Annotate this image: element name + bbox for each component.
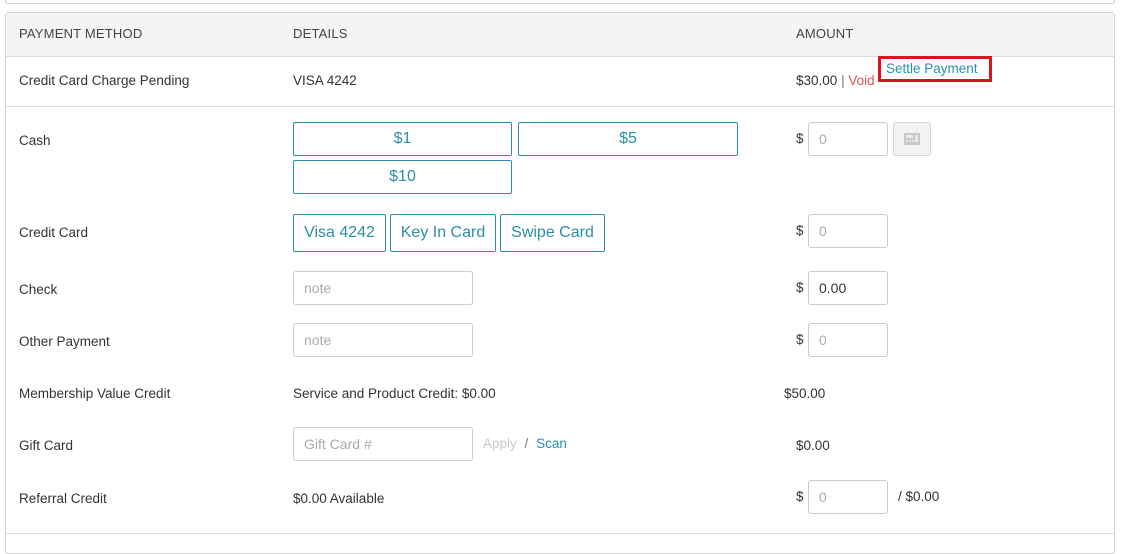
gift-card-number-input[interactable] [293, 427, 473, 461]
key-in-card-button[interactable]: Key In Card [390, 214, 496, 252]
settle-payment-link[interactable]: Settle Payment [886, 61, 978, 76]
check-amount-input[interactable] [808, 271, 888, 305]
payment-table: PAYMENT METHOD DETAILS AMOUNT [5, 12, 1115, 554]
pending-amount: $30.00 [796, 73, 838, 88]
referral-currency: $ [796, 489, 804, 504]
gift-card-actions: Apply / Scan [483, 436, 567, 451]
gift-card-amount: $0.00 [796, 438, 830, 453]
pending-method: Credit Card Charge Pending [19, 73, 190, 88]
cash-1-button[interactable]: $1 [293, 122, 512, 156]
pending-details: VISA 4242 [293, 73, 357, 88]
referral-details: $0.00 Available [293, 491, 385, 506]
other-payment-label: Other Payment [19, 334, 110, 349]
cash-register-icon [904, 133, 920, 145]
other-currency: $ [796, 332, 804, 347]
credit-card-currency: $ [796, 223, 804, 238]
check-note-input[interactable] [293, 271, 473, 305]
header-details: DETAILS [293, 26, 348, 41]
referral-max: / $0.00 [898, 489, 940, 504]
amount-separator: | [841, 73, 845, 88]
membership-label: Membership Value Credit [19, 386, 171, 401]
referral-amount-input[interactable] [808, 480, 888, 514]
cash-amount-input[interactable] [808, 122, 888, 156]
cash-10-button[interactable]: $10 [293, 160, 512, 194]
cash-5-button[interactable]: $5 [518, 122, 738, 156]
gift-card-label: Gift Card [19, 438, 74, 453]
cash-currency: $ [796, 131, 804, 146]
cash-label: Cash [19, 133, 51, 148]
credit-card-label: Credit Card [19, 225, 89, 240]
swipe-card-button[interactable]: Swipe Card [500, 214, 605, 252]
previous-panel-edge [5, 0, 1115, 4]
membership-amount: $50.00 [784, 386, 826, 401]
credit-card-amount-input[interactable] [808, 214, 888, 248]
header-payment-method: PAYMENT METHOD [19, 26, 143, 41]
gift-card-scan-link[interactable]: Scan [536, 436, 567, 451]
other-note-input[interactable] [293, 323, 473, 357]
table-header: PAYMENT METHOD DETAILS AMOUNT [6, 13, 1114, 57]
void-link[interactable]: Void [848, 73, 874, 88]
pending-amount-line: $30.00 | Void [796, 73, 875, 88]
check-currency: $ [796, 280, 804, 295]
visa-4242-button[interactable]: Visa 4242 [293, 214, 386, 252]
table-divider [6, 533, 1114, 534]
header-amount: AMOUNT [796, 26, 854, 41]
check-label: Check [19, 282, 58, 297]
gift-card-apply-link[interactable]: Apply [483, 436, 517, 451]
gift-card-slash: / [524, 436, 529, 451]
membership-details: Service and Product Credit: $0.00 [293, 386, 496, 401]
cash-register-button[interactable] [893, 122, 931, 156]
referral-label: Referral Credit [19, 491, 107, 506]
other-amount-input[interactable] [808, 323, 888, 357]
